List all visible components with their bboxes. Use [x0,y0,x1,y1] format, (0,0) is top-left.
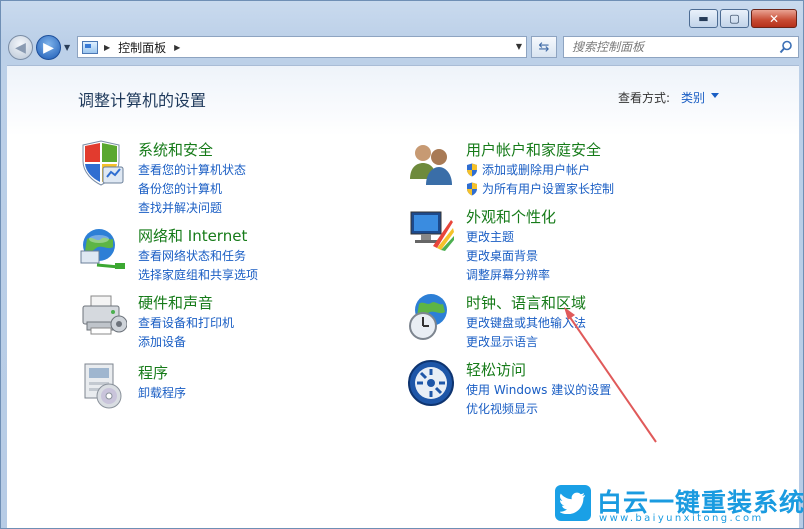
category-hardware-sound: 硬件和声音 查看设备和打印机 添加设备 [79,292,379,352]
view-by-label: 查看方式: [618,91,671,105]
user-accounts-icon[interactable] [407,139,455,187]
control-panel-icon [82,40,98,54]
maximize-button[interactable]: ▢ [720,9,749,28]
ease-of-access-icon[interactable] [407,359,455,407]
uac-shield-icon [467,163,477,176]
category-title[interactable]: 时钟、语言和区域 [466,292,586,313]
link-add-device[interactable]: 添加设备 [138,332,234,351]
back-button[interactable]: ◀ [8,35,33,60]
category-clock-language-region: 时钟、语言和区域 更改键盘或其他输入法 更改显示语言 [407,292,727,352]
navigation-bar: ◀ ▶ ▼ ▶ 控制面板 ▶ ▼ ⇆ [7,34,799,62]
system-security-icon[interactable] [79,139,127,187]
category-title[interactable]: 用户帐户和家庭安全 [466,139,601,160]
category-title[interactable]: 外观和个性化 [466,206,556,227]
refresh-icon: ⇆ [538,39,550,55]
category-title[interactable]: 轻松访问 [466,359,526,380]
content-pane: 调整计算机的设置 查看方式: 类别 系统和安全 查看您的计算机状态 备份您的计算… [7,65,799,528]
link-change-desktop-background[interactable]: 更改桌面背景 [466,246,550,265]
link-optimize-visual-display[interactable]: 优化视频显示 [466,399,611,418]
search-icon[interactable] [779,40,793,54]
link-homegroup-sharing[interactable]: 选择家庭组和共享选项 [138,265,258,284]
twitter-bird-icon [555,485,591,521]
link-backup-computer[interactable]: 备份您的计算机 [138,179,246,198]
link-parental-controls[interactable]: 为所有用户设置家长控制 [466,179,614,198]
forward-arrow-icon: ▶ [43,39,54,56]
link-change-theme[interactable]: 更改主题 [466,227,550,246]
address-bar[interactable]: ▶ 控制面板 ▶ ▼ [77,36,527,58]
breadcrumb-chevron-icon[interactable]: ▶ [104,43,110,52]
hardware-sound-icon[interactable] [79,292,127,340]
link-view-network-status[interactable]: 查看网络状态和任务 [138,246,258,265]
window-frame: ▬ ▢ ✕ ◀ ▶ ▼ ▶ 控制面板 ▶ ▼ ⇆ 调整计算机的设置 查看方式: … [0,0,804,529]
breadcrumb-control-panel[interactable]: 控制面板 [118,39,166,56]
back-arrow-icon: ◀ [15,39,26,56]
refresh-button[interactable]: ⇆ [531,36,557,58]
recent-pages-dropdown-icon[interactable]: ▼ [64,43,70,52]
category-title[interactable]: 网络和 Internet [138,225,247,246]
programs-icon[interactable] [79,362,127,410]
window-controls: ▬ ▢ ✕ [689,9,797,28]
close-icon: ✕ [768,11,780,26]
appearance-icon[interactable] [407,206,455,254]
clock-language-region-icon[interactable] [407,292,455,340]
view-by-caret-icon[interactable] [711,93,719,98]
category-title[interactable]: 硬件和声音 [138,292,213,313]
category-appearance: 外观和个性化 更改主题 更改桌面背景 调整屏幕分辨率 [407,206,727,282]
link-text[interactable]: 添加或删除用户帐户 [482,161,590,178]
category-user-accounts: 用户帐户和家庭安全 添加或删除用户帐户 为所有用户设置家长控制 [407,139,727,199]
watermark: 白云一键重装系统 www.baiyunxitong.com [555,483,804,525]
category-programs: 程序 卸载程序 [79,362,379,412]
category-system-security: 系统和安全 查看您的计算机状态 备份您的计算机 查找并解决问题 [79,139,379,215]
link-recommended-settings[interactable]: 使用 Windows 建议的设置 [466,380,611,399]
watermark-url: www.baiyunxitong.com [599,513,764,524]
uac-shield-icon [467,182,477,195]
minimize-icon: ▬ [698,12,709,25]
link-uninstall-program[interactable]: 卸载程序 [138,383,186,402]
link-add-remove-users[interactable]: 添加或删除用户帐户 [466,160,614,179]
category-ease-of-access: 轻松访问 使用 Windows 建议的设置 优化视频显示 [407,359,727,419]
category-title[interactable]: 系统和安全 [138,139,213,160]
link-view-computer-status[interactable]: 查看您的计算机状态 [138,160,246,179]
category-network-internet: 网络和 Internet 查看网络状态和任务 选择家庭组和共享选项 [79,225,379,285]
forward-button[interactable]: ▶ [36,35,61,60]
link-adjust-resolution[interactable]: 调整屏幕分辨率 [466,265,550,284]
link-change-display-language[interactable]: 更改显示语言 [466,332,586,351]
category-title[interactable]: 程序 [138,362,168,383]
maximize-icon: ▢ [729,12,740,25]
link-devices-printers[interactable]: 查看设备和打印机 [138,313,234,332]
link-change-keyboard-input[interactable]: 更改键盘或其他输入法 [466,313,586,332]
search-input[interactable] [572,40,772,54]
page-title: 调整计算机的设置 [78,91,207,110]
breadcrumb-chevron-icon[interactable]: ▶ [174,43,180,52]
minimize-button[interactable]: ▬ [689,9,718,28]
link-text[interactable]: 为所有用户设置家长控制 [482,180,614,197]
close-button[interactable]: ✕ [751,9,797,28]
address-history-dropdown-icon[interactable]: ▼ [516,42,522,51]
network-internet-icon[interactable] [79,225,127,273]
search-box [563,36,799,58]
link-find-fix-problems[interactable]: 查找并解决问题 [138,198,246,217]
view-by-dropdown[interactable]: 类别 [681,89,705,106]
